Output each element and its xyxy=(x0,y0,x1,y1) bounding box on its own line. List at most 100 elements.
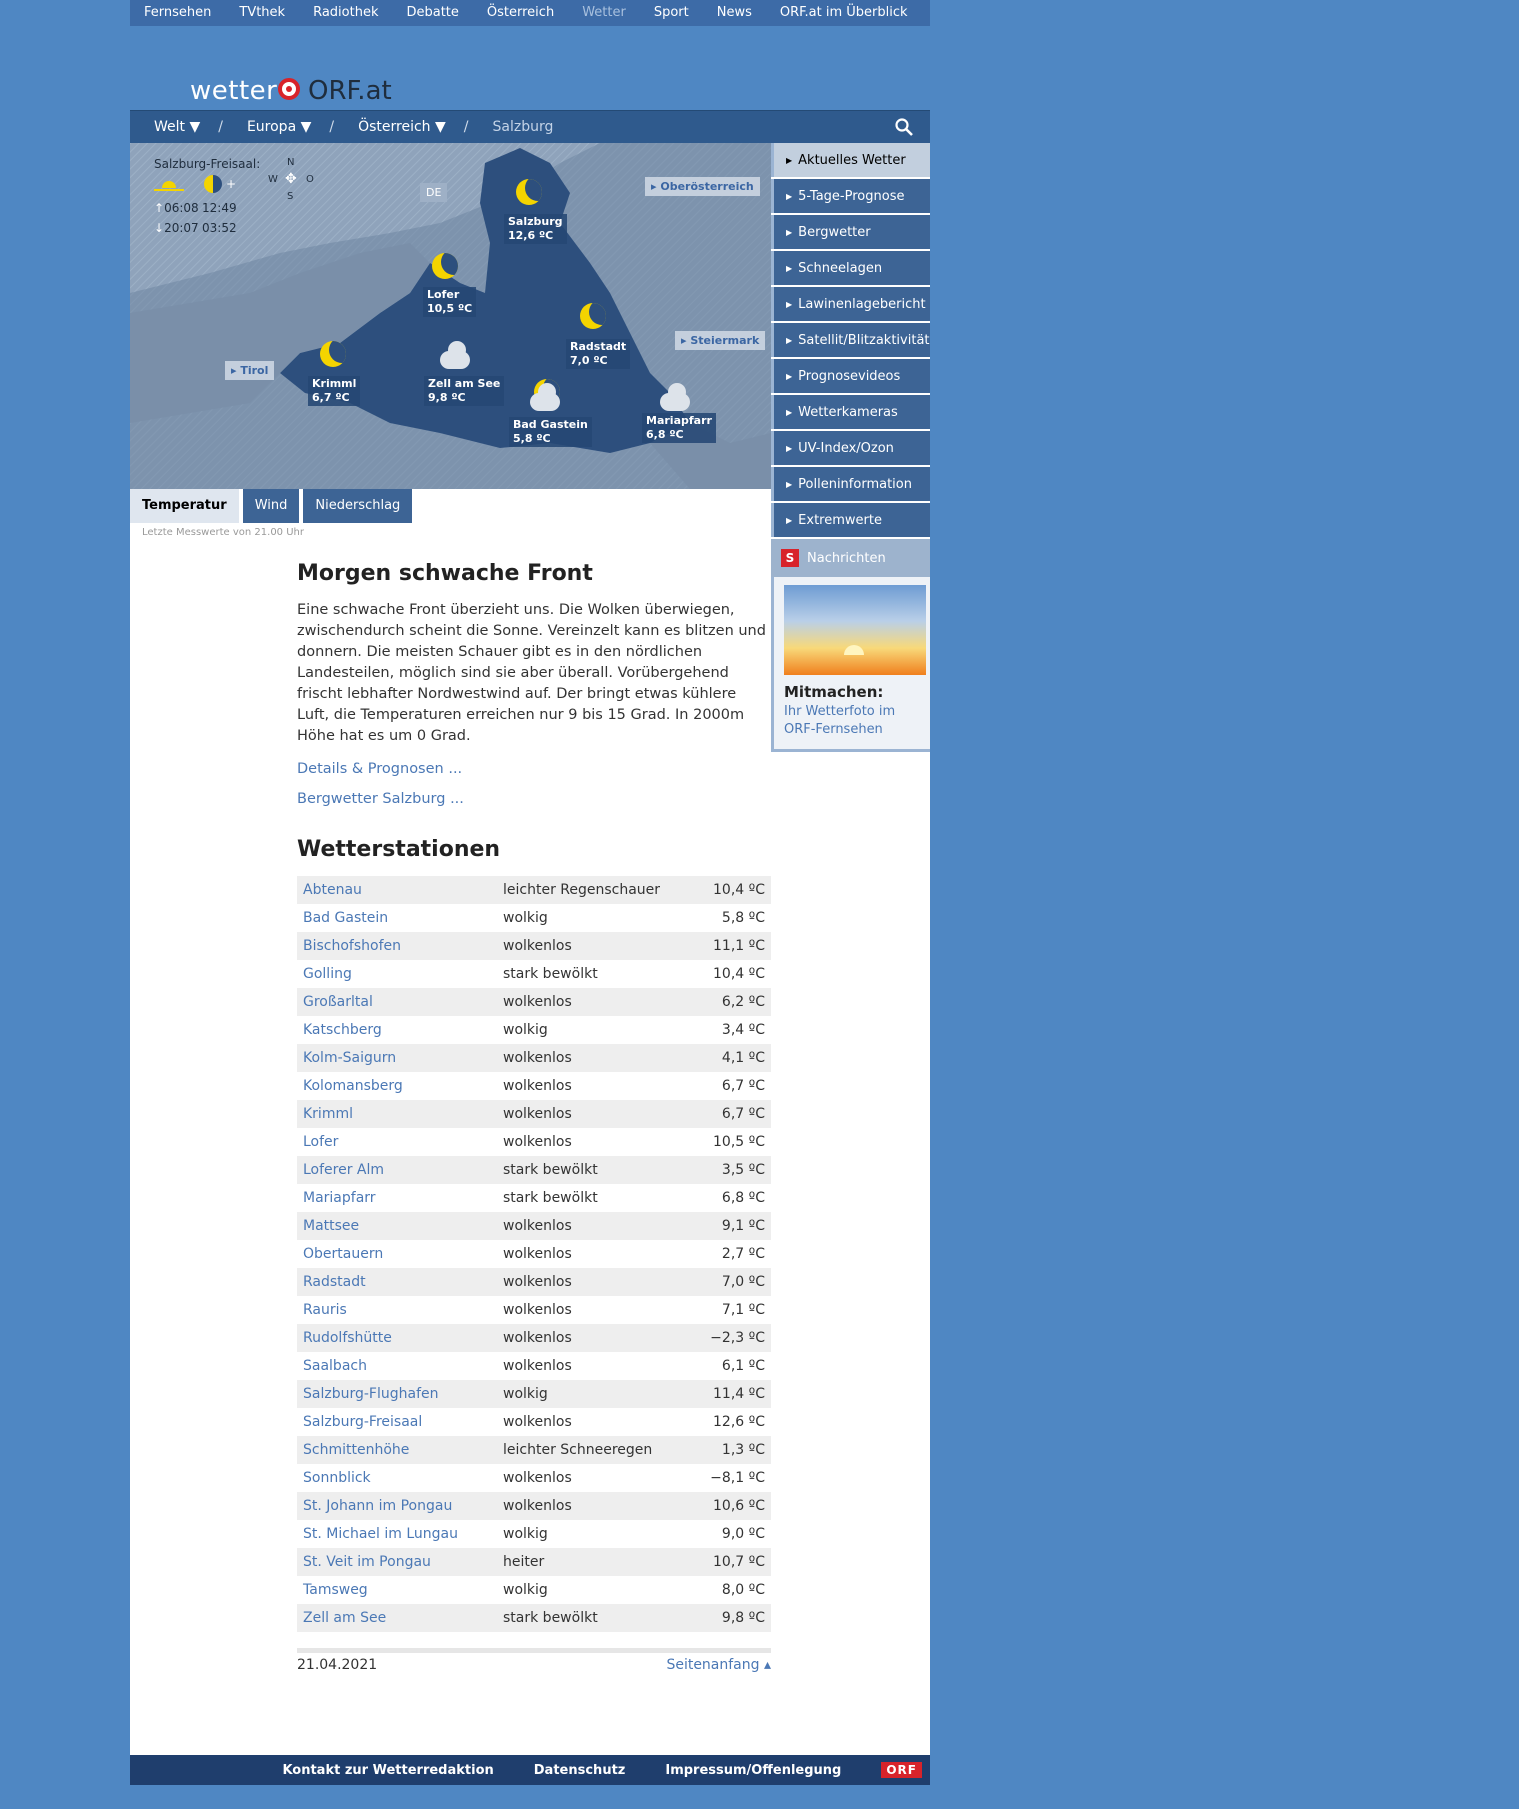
nav-sport[interactable]: Sport xyxy=(640,0,703,26)
sidebar-item-prognosevideos[interactable]: ▶ Prognosevideos xyxy=(771,359,930,393)
station-temperature: 10,4 ºC xyxy=(713,966,765,982)
station-name[interactable]: Mattsee xyxy=(297,1212,497,1240)
station-condition: wolkig xyxy=(497,1380,694,1408)
station-temperature: 5,8 ºC xyxy=(721,910,765,926)
station-name[interactable]: Lofer xyxy=(297,1128,497,1156)
station-name[interactable]: Rudolfshütte xyxy=(297,1324,497,1352)
station-condition: wolkig xyxy=(503,1526,548,1542)
station-name[interactable]: Schmittenhöhe xyxy=(297,1436,497,1464)
tab-temperatur[interactable]: Temperatur xyxy=(130,489,239,523)
sidebar-item-schneelagen[interactable]: ▶ Schneelagen xyxy=(771,251,930,285)
station-name[interactable]: Rauris xyxy=(297,1296,497,1324)
table-row: Rudolfshütte wolkenlos −2,3 ºC xyxy=(297,1324,771,1352)
station-name[interactable]: Katschberg xyxy=(297,1016,497,1044)
nav-news[interactable]: News xyxy=(703,0,766,26)
station-name[interactable]: Mariapfarr xyxy=(297,1184,497,1212)
city-mariapfarr[interactable]: Mariapfarr 6,8 ºC xyxy=(642,413,716,443)
crumb-separator: / xyxy=(463,119,469,135)
station-name[interactable]: Abtenau xyxy=(297,876,497,904)
city-radstadt[interactable]: Radstadt 7,0 ºC xyxy=(566,339,631,369)
station-name[interactable]: St. Johann im Pongau xyxy=(297,1492,497,1520)
station-name[interactable]: Loferer Alm xyxy=(297,1156,497,1184)
station-condition: wolkenlos xyxy=(497,988,694,1016)
tab-niederschlag[interactable]: Niederschlag xyxy=(303,489,413,523)
station-name[interactable]: Krimml xyxy=(297,1100,497,1128)
nav-fernsehen[interactable]: Fernsehen xyxy=(130,0,225,26)
station-name[interactable]: Saalbach xyxy=(297,1352,497,1380)
crumb-europa[interactable]: Europa ▼ xyxy=(247,119,311,135)
station-condition: wolkig xyxy=(503,910,548,926)
region-steiermark[interactable]: ▸ Steiermark xyxy=(675,331,766,350)
table-footer: 21.04.2021 Seitenanfang ▴ xyxy=(297,1648,771,1673)
nav-debatte[interactable]: Debatte xyxy=(392,0,472,26)
tab-wind[interactable]: Wind xyxy=(242,489,300,523)
nav-radiothek[interactable]: Radiothek xyxy=(299,0,392,26)
table-row: Bischofshofen wolkenlos 11,1 ºC xyxy=(297,932,771,960)
station-name[interactable]: Tamsweg xyxy=(297,1576,497,1604)
city-bad-gastein[interactable]: Bad Gastein 5,8 ºC xyxy=(509,417,592,447)
station-name[interactable]: Zell am See xyxy=(297,1604,497,1632)
seitenanfang-link[interactable]: Seitenanfang ▴ xyxy=(666,1657,771,1673)
sidebar-item-uv-index[interactable]: ▶ UV-Index/Ozon xyxy=(771,431,930,465)
footer-kontakt[interactable]: Kontakt zur Wetterredaktion xyxy=(282,1763,493,1778)
sunset-photo[interactable] xyxy=(784,585,926,675)
table-row: Großarltal wolkenlos 6,2 ºC xyxy=(297,988,771,1016)
station-condition: wolkenlos xyxy=(503,1246,572,1262)
station-name[interactable]: Großarltal xyxy=(297,988,497,1016)
orf-logo[interactable]: ORF xyxy=(881,1762,922,1778)
city-zell-am-see[interactable]: Zell am See 9,8 ºC xyxy=(424,376,505,406)
station-condition: wolkig xyxy=(503,1582,548,1598)
sidebar-item-lawinenlagebericht[interactable]: ▶ Lawinenlagebericht xyxy=(771,287,930,321)
region-tirol[interactable]: ▸ Tirol xyxy=(225,361,275,380)
details-prognosen-link[interactable]: Details & Prognosen ... xyxy=(297,761,771,777)
station-condition: wolkenlos xyxy=(503,1414,572,1430)
table-row: Abtenau leichter Regenschauer 10,4 ºC xyxy=(297,876,771,904)
crumb-welt[interactable]: Welt ▼ xyxy=(154,119,200,135)
station-name[interactable]: Obertauern xyxy=(297,1240,497,1268)
nav-oesterreich[interactable]: Österreich xyxy=(473,0,568,26)
wetterfoto-link[interactable]: Ihr Wetterfoto im ORF-Fernsehen xyxy=(784,703,922,739)
station-name: Salzburg-Freisaal: xyxy=(154,157,261,171)
region-oberoesterreich[interactable]: ▸ Oberösterreich xyxy=(645,177,760,196)
station-name[interactable]: Sonnblick xyxy=(297,1464,497,1492)
sidebar-item-5-tage-prognose[interactable]: ▶ 5-Tage-Prognose xyxy=(771,179,930,213)
station-name[interactable]: Kolm-Saigurn xyxy=(297,1044,497,1072)
table-row: Sonnblick wolkenlos −8,1 ºC xyxy=(297,1464,771,1492)
station-name[interactable]: St. Michael im Lungau xyxy=(297,1520,497,1548)
station-name[interactable]: Bad Gastein xyxy=(297,904,497,932)
station-name[interactable]: Golling xyxy=(297,960,497,988)
sidebar-nachrichten[interactable]: S Nachrichten xyxy=(771,539,930,577)
moon-phase-icon xyxy=(204,175,222,193)
sidebar-item-extremwerte[interactable]: ▶ Extremwerte xyxy=(771,503,930,537)
station-temperature: −8,1 ºC xyxy=(710,1470,765,1486)
station-temperature: 3,4 ºC xyxy=(721,1022,765,1038)
city-lofer[interactable]: Lofer 10,5 ºC xyxy=(423,287,477,317)
sidebar-item-satellit[interactable]: ▶ Satellit/Blitzaktivität xyxy=(771,323,930,357)
search-icon[interactable] xyxy=(894,117,914,137)
nav-wetter[interactable]: Wetter xyxy=(568,0,640,26)
station-name[interactable]: St. Veit im Pongau xyxy=(297,1548,497,1576)
station-name[interactable]: Kolomansberg xyxy=(297,1072,497,1100)
station-name[interactable]: Salzburg-Flughafen xyxy=(297,1380,497,1408)
city-salzburg[interactable]: Salzburg 12,6 ºC xyxy=(504,214,567,244)
station-condition: wolkenlos xyxy=(503,1302,572,1318)
nav-orf-ueberblick[interactable]: ORF.at im Überblick xyxy=(766,0,922,26)
footer-impressum[interactable]: Impressum/Offenlegung xyxy=(665,1763,841,1778)
station-name[interactable]: Radstadt xyxy=(297,1268,497,1296)
table-row: Krimml wolkenlos 6,7 ºC xyxy=(297,1100,771,1128)
sidebar-item-aktuelles-wetter[interactable]: ▶ Aktuelles Wetter xyxy=(771,143,930,177)
cloud-icon xyxy=(530,383,560,411)
sidebar-item-wetterkameras[interactable]: ▶ Wetterkameras xyxy=(771,395,930,429)
bergwetter-link[interactable]: Bergwetter Salzburg ... xyxy=(297,791,771,807)
city-krimml[interactable]: Krimml 6,7 ºC xyxy=(308,376,361,406)
sidebar-item-polleninformation[interactable]: ▶ Polleninformation xyxy=(771,467,930,501)
station-temperature: −2,3 ºC xyxy=(693,1324,771,1352)
site-logo[interactable]: wetter ORF.at xyxy=(130,26,930,110)
station-name[interactable]: Salzburg-Freisaal xyxy=(297,1408,497,1436)
station-temperature: 10,7 ºC xyxy=(693,1548,771,1576)
footer-datenschutz[interactable]: Datenschutz xyxy=(534,1763,626,1778)
sidebar-item-bergwetter[interactable]: ▶ Bergwetter xyxy=(771,215,930,249)
crumb-oesterreich[interactable]: Österreich ▼ xyxy=(358,119,446,135)
station-name[interactable]: Bischofshofen xyxy=(297,932,497,960)
nav-tvthek[interactable]: TVthek xyxy=(225,0,299,26)
